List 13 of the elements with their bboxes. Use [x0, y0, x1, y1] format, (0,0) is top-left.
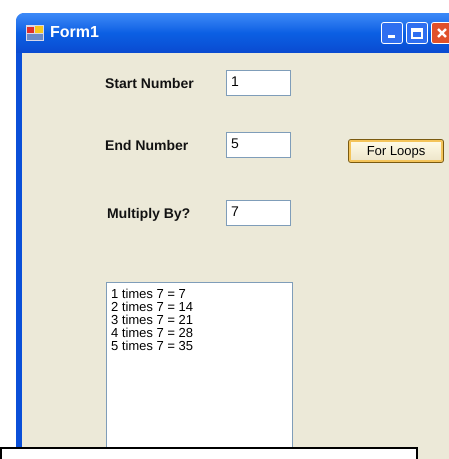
field-label: Start Number	[105, 74, 195, 92]
window-title: Form1	[50, 23, 99, 43]
list-item: 1 times 7 = 7	[111, 287, 187, 300]
for-loops-button[interactable]: For Loops	[348, 139, 444, 163]
field-label: Multiply By?	[106, 204, 192, 223]
list-item: 5 times 7 = 35	[111, 339, 194, 352]
list-item: 3 times 7 = 21	[111, 313, 194, 326]
input-field[interactable]: 7	[226, 200, 291, 226]
input-field[interactable]: 5	[226, 132, 291, 158]
input-field[interactable]: 1	[226, 70, 291, 96]
list-item: 4 times 7 = 28	[111, 326, 194, 339]
field-label: End Number	[105, 136, 190, 154]
list-item: 2 times 7 = 14	[111, 300, 194, 313]
